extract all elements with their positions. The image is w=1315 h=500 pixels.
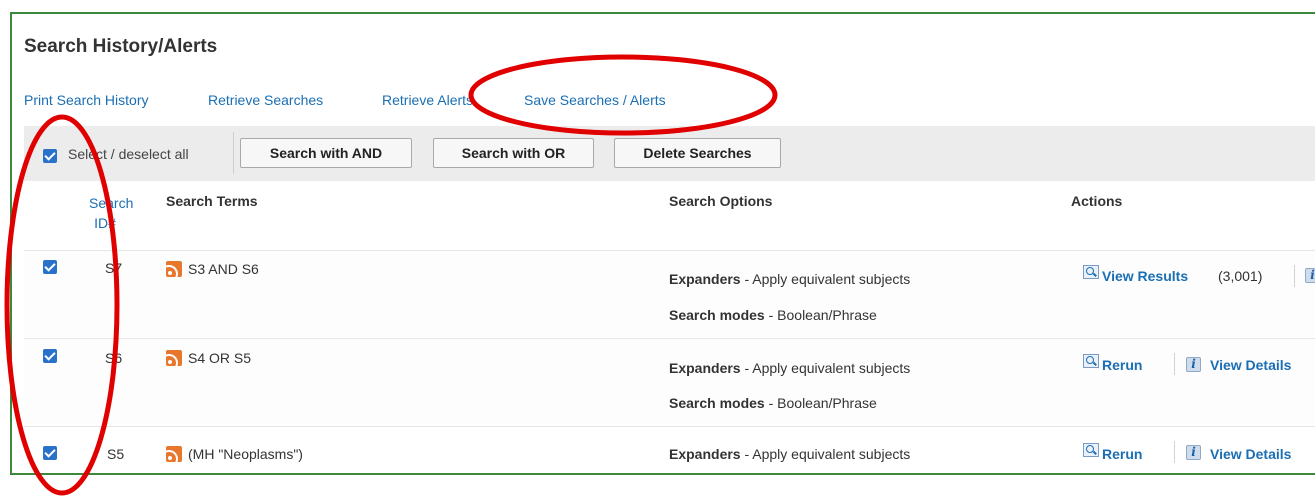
expanders-value: - Apply equivalent subjects — [740, 271, 911, 287]
search-terms: S3 AND S6 — [188, 261, 259, 277]
search-modes-option: Search modes - Boolean/Phrase — [669, 395, 877, 411]
toolbar-divider — [233, 132, 234, 174]
expanders-option: Expanders - Apply equivalent subjects — [669, 271, 910, 287]
view-results-link[interactable]: View Results — [1102, 268, 1188, 284]
action-divider — [1174, 441, 1175, 463]
search-id: S6 — [105, 350, 123, 366]
search-with-and-button[interactable]: Search with AND — [240, 138, 412, 168]
result-count: (3,001) — [1218, 268, 1263, 284]
rss-feed-icon[interactable] — [166, 446, 182, 462]
select-all-checkbox[interactable] — [43, 149, 57, 163]
expanders-label: Expanders — [669, 271, 741, 287]
column-header-search-terms: Search Terms — [166, 193, 258, 209]
rerun-icon[interactable] — [1083, 443, 1099, 457]
search-id-header-line1: Search — [89, 195, 134, 211]
view-results-icon[interactable] — [1083, 265, 1099, 279]
expanders-label: Expanders — [669, 360, 741, 376]
save-searches-alerts-link[interactable]: Save Searches / Alerts — [524, 92, 666, 108]
search-terms: (MH "Neoplasms") — [188, 446, 303, 462]
search-modes-option: Search modes - Boolean/Phrase — [669, 307, 877, 323]
info-icon[interactable]: i — [1186, 357, 1201, 372]
delete-searches-button[interactable]: Delete Searches — [614, 138, 781, 168]
rerun-icon[interactable] — [1083, 354, 1099, 368]
expanders-option: Expanders - Apply equivalent subjects — [669, 360, 910, 376]
page-title: Search History/Alerts — [24, 36, 218, 57]
expanders-label: Expanders — [669, 446, 741, 462]
view-details-link[interactable]: View Details — [1210, 357, 1291, 373]
column-header-search-options: Search Options — [669, 193, 773, 209]
search-modes-value: - Boolean/Phrase — [764, 307, 877, 323]
row-checkbox[interactable] — [43, 260, 57, 274]
search-id: S7 — [105, 260, 123, 276]
search-id: S5 — [107, 446, 125, 462]
row-divider — [24, 426, 1315, 427]
view-details-link[interactable]: View Details — [1210, 446, 1291, 462]
search-with-or-button[interactable]: Search with OR — [433, 138, 594, 168]
row-checkbox[interactable] — [43, 349, 57, 363]
search-modes-label: Search modes — [669, 307, 765, 323]
rerun-link[interactable]: Rerun — [1102, 446, 1142, 462]
select-all-label: Select / deselect all — [68, 146, 189, 162]
retrieve-searches-link[interactable]: Retrieve Searches — [208, 92, 323, 108]
print-search-history-link[interactable]: Print Search History — [24, 92, 148, 108]
rss-feed-icon[interactable] — [166, 350, 182, 366]
search-terms: S4 OR S5 — [188, 350, 252, 366]
action-divider — [1294, 265, 1295, 287]
info-icon[interactable]: i — [1186, 445, 1201, 460]
search-modes-value: - Boolean/Phrase — [764, 395, 877, 411]
rss-feed-icon[interactable] — [166, 261, 182, 277]
rerun-link[interactable]: Rerun — [1102, 357, 1142, 373]
expanders-value: - Apply equivalent subjects — [740, 446, 911, 462]
retrieve-alerts-link[interactable]: Retrieve Alerts — [382, 92, 473, 108]
info-icon[interactable]: i — [1305, 268, 1315, 283]
action-divider — [1174, 353, 1175, 375]
column-header-actions: Actions — [1071, 193, 1123, 209]
expanders-value: - Apply equivalent subjects — [740, 360, 911, 376]
search-id-header-line2: ID# — [94, 215, 116, 231]
search-modes-label: Search modes — [669, 395, 765, 411]
column-header-search-id[interactable]: Search ID# — [89, 193, 134, 233]
row-checkbox[interactable] — [43, 446, 57, 460]
expanders-option: Expanders - Apply equivalent subjects — [669, 446, 910, 462]
